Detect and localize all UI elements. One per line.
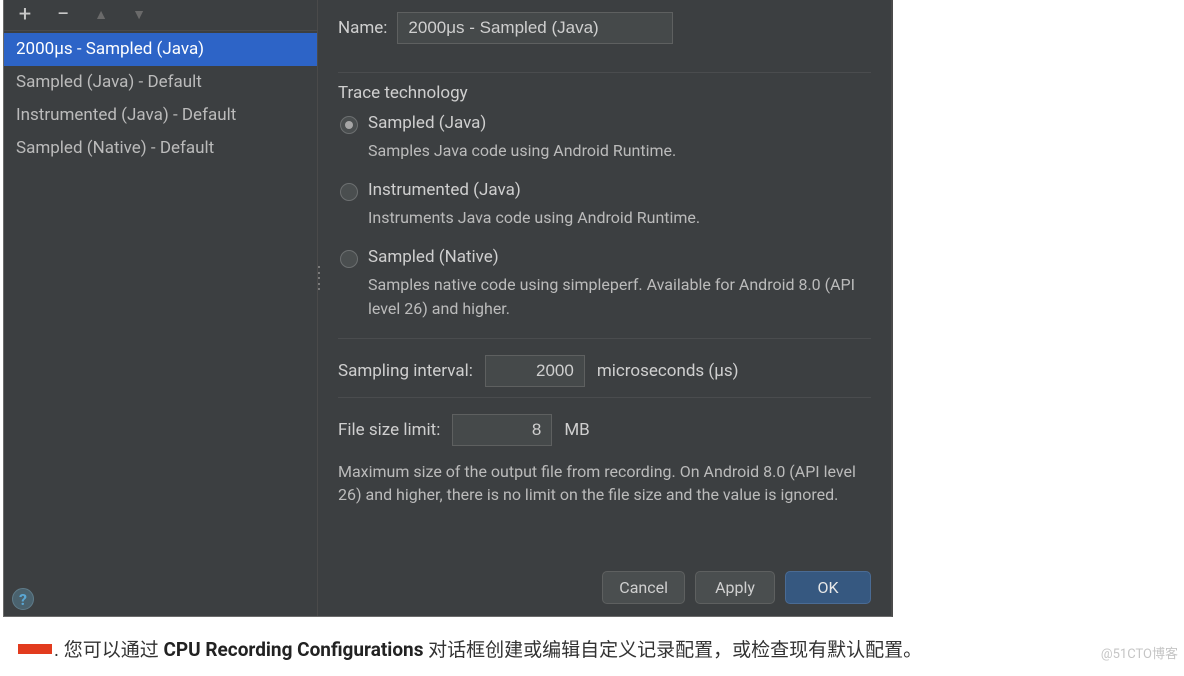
file-size-hint: Maximum size of the output file from rec…: [338, 460, 858, 506]
radio-desc: Instruments Java code using Android Runt…: [368, 206, 871, 229]
help-row: ?: [4, 584, 317, 610]
caption-bold: CPU Recording Configurations: [163, 638, 423, 661]
add-config-button[interactable]: +: [16, 6, 34, 24]
name-label: Name:: [338, 18, 387, 38]
help-icon[interactable]: ?: [12, 588, 34, 610]
config-item[interactable]: Sampled (Native) - Default: [4, 132, 317, 165]
apply-button[interactable]: Apply: [695, 571, 775, 604]
sampling-interval-row: Sampling interval: microseconds (μs): [338, 355, 871, 387]
radio-option-instrumented-java[interactable]: Instrumented (Java) Instruments Java cod…: [340, 180, 871, 243]
radio-body: Instrumented (Java) Instruments Java cod…: [368, 180, 871, 243]
radio-option-sampled-native[interactable]: Sampled (Native) Samples native code usi…: [340, 247, 871, 333]
name-row: Name:: [338, 12, 871, 60]
main-panel: Name: Trace technology Sampled (Java) Sa…: [318, 0, 891, 616]
sampling-interval-input[interactable]: [485, 355, 585, 387]
radio-body: Sampled (Native) Samples native code usi…: [368, 247, 871, 333]
remove-config-button[interactable]: −: [54, 6, 72, 24]
file-size-unit: MB: [564, 420, 589, 440]
config-list: 2000μs - Sampled (Java) Sampled (Java) -…: [4, 31, 317, 584]
radio-icon[interactable]: [340, 183, 358, 201]
sampling-interval-unit: microseconds (μs): [597, 361, 739, 381]
dialog-content: + − ▲ ▼ 2000μs - Sampled (Java) Sampled …: [4, 0, 891, 616]
trace-radiogroup: Sampled (Java) Samples Java code using A…: [338, 113, 871, 338]
file-size-input[interactable]: [452, 414, 552, 446]
radio-label: Sampled (Java): [368, 113, 871, 133]
divider: [338, 72, 871, 73]
sampling-interval-label: Sampling interval:: [338, 361, 473, 381]
move-up-button: ▲: [92, 6, 110, 24]
arrow-icon: [4, 640, 50, 658]
radio-desc: Samples native code using simpleperf. Av…: [368, 273, 871, 319]
config-item[interactable]: Instrumented (Java) - Default: [4, 99, 317, 132]
config-item[interactable]: Sampled (Java) - Default: [4, 66, 317, 99]
watermark: @51CTO博客: [1101, 643, 1178, 662]
radio-body: Sampled (Java) Samples Java code using A…: [368, 113, 871, 176]
radio-icon[interactable]: [340, 116, 358, 134]
sidebar-toolbar: + − ▲ ▼: [4, 0, 317, 31]
cpu-recording-config-dialog: + − ▲ ▼ 2000μs - Sampled (Java) Sampled …: [3, 0, 893, 617]
name-input[interactable]: [397, 12, 673, 44]
file-size-row: File size limit: MB: [338, 414, 871, 446]
ok-button[interactable]: OK: [785, 571, 871, 604]
divider: [338, 397, 871, 398]
move-down-button: ▼: [130, 6, 148, 24]
radio-label: Instrumented (Java): [368, 180, 871, 200]
config-sidebar: + − ▲ ▼ 2000μs - Sampled (Java) Sampled …: [4, 0, 318, 616]
file-size-label: File size limit:: [338, 420, 440, 440]
radio-desc: Samples Java code using Android Runtime.: [368, 139, 871, 162]
divider: [338, 338, 871, 339]
config-item-selected[interactable]: 2000μs - Sampled (Java): [4, 33, 317, 66]
caption-suffix: 对话框创建或编辑自定义记录配置，或检查现有默认配置。: [428, 638, 922, 661]
drag-grip[interactable]: [318, 266, 322, 290]
trace-technology-title: Trace technology: [338, 83, 871, 103]
caption-text: . 您可以通过 CPU Recording Configurations 对话框…: [0, 617, 1184, 662]
radio-option-sampled-java[interactable]: Sampled (Java) Samples Java code using A…: [340, 113, 871, 176]
cancel-button[interactable]: Cancel: [602, 571, 685, 604]
dialog-buttons: Cancel Apply OK: [338, 561, 871, 604]
caption-prefix: . 您可以通过: [54, 638, 163, 661]
radio-label: Sampled (Native): [368, 247, 871, 267]
radio-icon[interactable]: [340, 250, 358, 268]
